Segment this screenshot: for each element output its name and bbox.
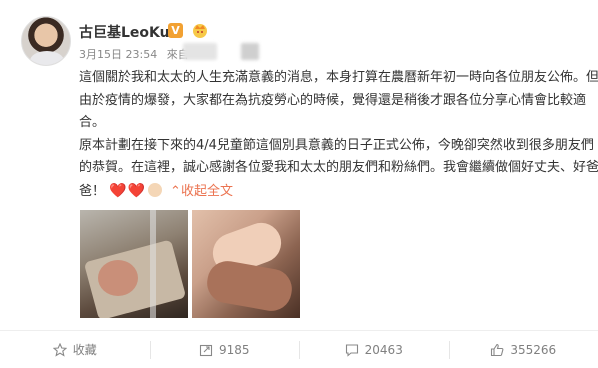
collapse-text-link[interactable]: ⌃收起全文	[170, 184, 233, 199]
baby-emoji-icon	[148, 182, 163, 197]
post-content: 這個關於我和太太的人生充滿意義的消息，本身打算在農曆新年初一時向各位朋友公佈。但…	[79, 67, 598, 203]
action-bar: 收藏 9185 20463 355266	[0, 330, 598, 368]
author-name[interactable]: 古巨基LeoKu	[79, 22, 170, 42]
blurred-source	[183, 43, 217, 60]
thumbs-up-icon	[490, 343, 504, 357]
post-date[interactable]: 3月15日 23:54	[79, 48, 157, 61]
verified-badge-icon: V	[168, 23, 183, 38]
comment-count: 20463	[364, 342, 403, 357]
blurred-source-2	[241, 43, 259, 60]
favorite-label: 收藏	[72, 343, 97, 357]
comment-button[interactable]: 20463	[299, 331, 449, 368]
star-icon	[52, 342, 67, 357]
repost-count: 9185	[218, 342, 250, 357]
post-paragraph-1: 這個關於我和太太的人生充滿意義的消息，本身打算在農曆新年初一時向各位朋友公佈。但…	[79, 70, 598, 130]
hearts-emoji-icon: ❤️❤️	[109, 182, 147, 199]
repost-icon	[199, 343, 213, 357]
repost-button[interactable]: 9185	[149, 331, 300, 368]
comment-icon	[345, 343, 359, 357]
post-photo-2[interactable]	[192, 210, 300, 318]
favorite-button[interactable]: 收藏	[0, 331, 150, 368]
post-paragraph-2: 原本計劃在接下來的4/4兒童節這個別具意義的日子正式公佈，今晚卻突然收到很多朋友…	[79, 135, 598, 204]
member-crown-icon	[193, 24, 207, 38]
like-count: 355266	[510, 342, 557, 357]
like-button[interactable]: 355266	[448, 331, 598, 368]
post-meta: 3月15日 23:54 來自	[79, 46, 195, 62]
post-photo-1[interactable]	[80, 210, 188, 318]
avatar[interactable]	[21, 16, 71, 66]
